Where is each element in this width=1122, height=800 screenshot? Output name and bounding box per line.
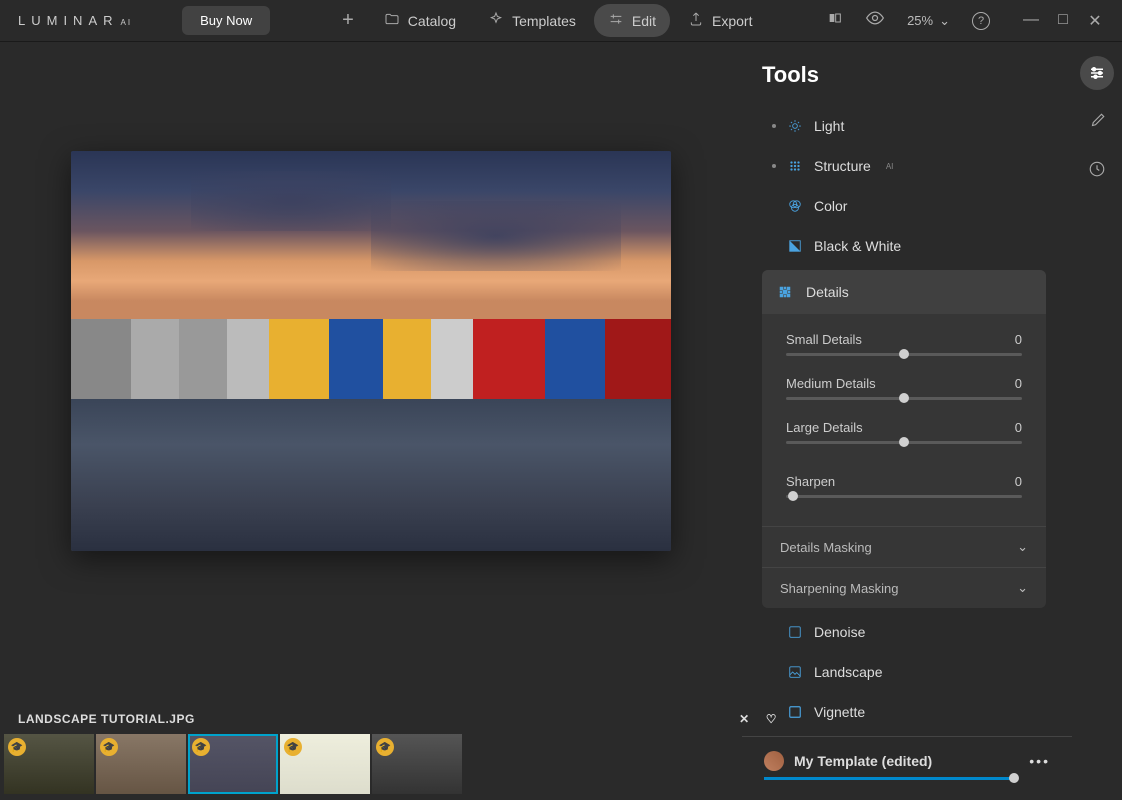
buy-now-button[interactable]: Buy Now	[182, 6, 270, 35]
help-icon[interactable]: ?	[972, 12, 990, 30]
landscape-icon	[788, 663, 802, 681]
thumbnail[interactable]: 🎓	[4, 734, 94, 794]
chevron-down-icon: ⌄	[1017, 580, 1028, 596]
canvas-area[interactable]: LANDSCAPE TUTORIAL.JPG ✕ ♡ 🎓 🎓 🎓 🎓 🎓	[0, 42, 742, 800]
slider-label: Sharpen	[786, 474, 835, 489]
slider-label: Medium Details	[786, 376, 876, 391]
sharpening-masking-section[interactable]: Sharpening Masking⌄	[762, 567, 1046, 608]
color-icon	[788, 197, 802, 215]
tool-vignette[interactable]: Vignette	[762, 692, 1046, 732]
light-icon	[788, 117, 802, 135]
nav-templates[interactable]: Templates	[474, 4, 590, 37]
tool-details[interactable]: Details	[762, 270, 1046, 314]
maximize-button[interactable]: □	[1054, 11, 1072, 31]
nav-catalog[interactable]: Catalog	[370, 4, 470, 37]
sparkle-icon	[488, 11, 504, 30]
details-panel: Details Small Details 0 Medium Details 0 L…	[762, 270, 1046, 608]
tool-landscape[interactable]: Landscape	[762, 652, 1046, 692]
graduation-icon: 🎓	[192, 738, 210, 756]
thumbnail[interactable]: 🎓	[372, 734, 462, 794]
sliders-icon	[608, 11, 624, 30]
app-logo: LUMINARAI	[18, 13, 132, 28]
folder-icon	[384, 11, 400, 30]
tool-color[interactable]: Color	[762, 186, 1046, 226]
tool-black-white[interactable]: Black & White	[762, 226, 1046, 266]
large-details-slider[interactable]	[786, 441, 1022, 444]
slider-label: Large Details	[786, 420, 863, 435]
minimize-button[interactable]: —	[1022, 11, 1040, 31]
vignette-icon	[788, 703, 802, 721]
ai-badge: AI	[886, 162, 894, 171]
modified-dot	[772, 164, 776, 168]
chevron-down-icon: ⌄	[1017, 539, 1028, 555]
structure-icon	[788, 157, 802, 175]
sharpen-slider[interactable]	[786, 495, 1022, 498]
tool-denoise[interactable]: Denoise	[762, 612, 1046, 652]
chevron-down-icon: ⌄	[939, 13, 950, 29]
tool-light[interactable]: Light	[762, 106, 1046, 146]
thumbnail[interactable]: 🎓	[96, 734, 186, 794]
photo-preview	[71, 151, 671, 551]
edit-tools-button[interactable]	[1080, 56, 1114, 90]
template-menu-button[interactable]: •••	[1029, 753, 1050, 769]
details-icon	[776, 283, 794, 301]
tools-title: Tools	[762, 62, 1046, 88]
tool-structure[interactable]: StructureAI	[762, 146, 1046, 186]
thumbnail[interactable]: 🎓	[188, 734, 278, 794]
template-strength-slider[interactable]	[764, 777, 1014, 780]
graduation-icon: 🎓	[376, 738, 394, 756]
graduation-icon: 🎓	[8, 738, 26, 756]
template-thumbnail	[764, 751, 784, 771]
denoise-icon	[788, 623, 802, 641]
close-button[interactable]: ✕	[1086, 11, 1104, 31]
nav-edit[interactable]: Edit	[594, 4, 670, 37]
slider-value: 0	[1015, 376, 1022, 391]
bw-icon	[788, 237, 802, 255]
modified-dot	[772, 124, 776, 128]
slider-value: 0	[1015, 420, 1022, 435]
preview-icon[interactable]	[865, 8, 885, 33]
details-masking-section[interactable]: Details Masking⌄	[762, 526, 1046, 567]
medium-details-slider[interactable]	[786, 397, 1022, 400]
nav-export[interactable]: Export	[674, 4, 766, 37]
graduation-icon: 🎓	[100, 738, 118, 756]
slider-label: Small Details	[786, 332, 862, 347]
graduation-icon: 🎓	[284, 738, 302, 756]
history-button[interactable]	[1080, 152, 1114, 186]
compare-icon[interactable]	[827, 10, 843, 31]
slider-value: 0	[1015, 474, 1022, 489]
template-name: My Template (edited)	[794, 753, 932, 769]
zoom-control[interactable]: 25% ⌄	[907, 13, 950, 29]
add-button[interactable]: +	[330, 3, 366, 38]
small-details-slider[interactable]	[786, 353, 1022, 356]
slider-value: 0	[1015, 332, 1022, 347]
filmstrip: 🎓 🎓 🎓 🎓 🎓	[0, 734, 795, 800]
filename: LANDSCAPE TUTORIAL.JPG	[18, 712, 195, 726]
brush-button[interactable]	[1080, 104, 1114, 138]
thumbnail[interactable]: 🎓	[280, 734, 370, 794]
export-icon	[688, 11, 704, 30]
